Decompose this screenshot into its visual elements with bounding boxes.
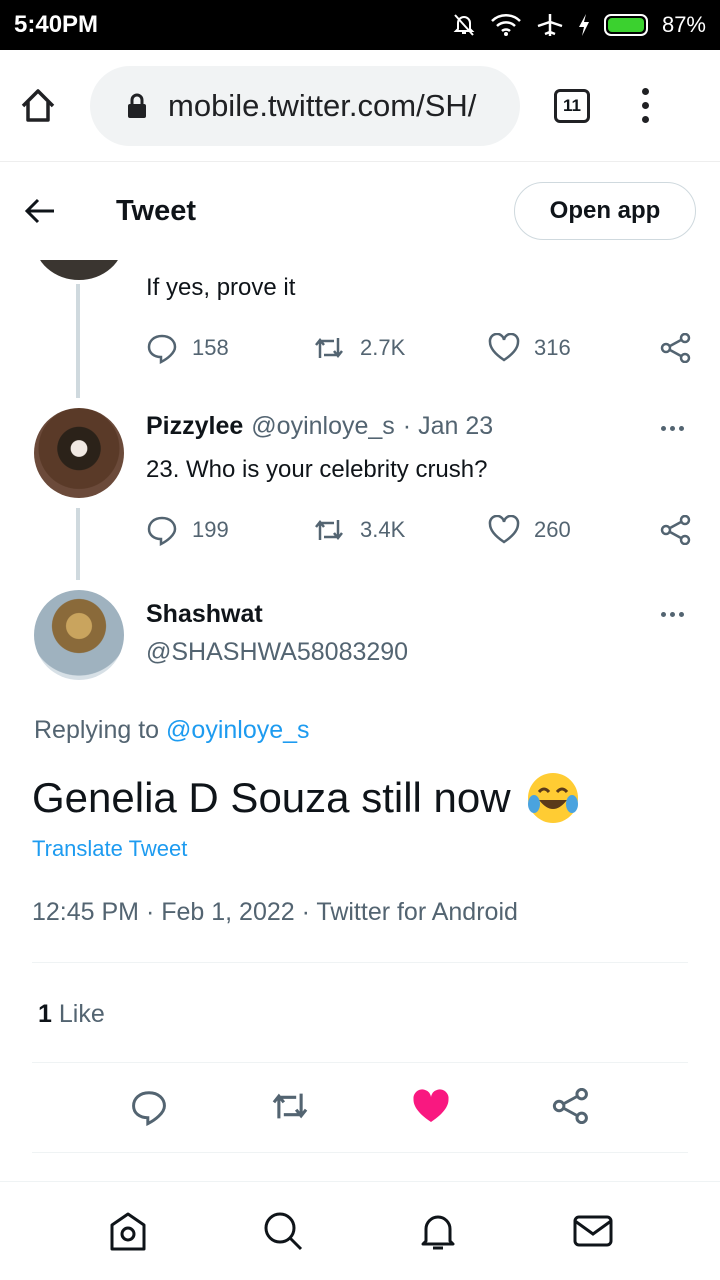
tweet-meta: 12:45 PM · Feb 1, 2022 · Twitter for And…: [32, 898, 518, 926]
retweet-icon: [315, 337, 343, 359]
heart-icon: [488, 515, 520, 544]
author-name[interactable]: Shashwat: [146, 600, 263, 629]
replying-to: Replying to @oyinloye_s: [34, 716, 310, 745]
likes-count: 1: [38, 1000, 52, 1028]
share-icon[interactable]: [660, 333, 692, 363]
reply-icon: [147, 516, 177, 546]
like-button[interactable]: 316: [488, 333, 652, 363]
tweet-text: If yes, prove it: [146, 274, 296, 301]
tweet-actions: 199 3.4K 260: [146, 514, 692, 546]
likes-summary[interactable]: 1 Like: [38, 1000, 105, 1029]
notifications-icon[interactable]: [416, 1209, 460, 1253]
author-handle[interactable]: @oyinloye_s: [251, 412, 395, 441]
likes-label: Like: [58, 1000, 105, 1028]
reply-count: 199: [192, 517, 229, 542]
tweet-date[interactable]: · Jan 23: [403, 412, 493, 441]
like-count: 316: [534, 335, 571, 360]
main-tweet-text: Genelia D Souza still now: [32, 774, 511, 821]
author-name[interactable]: Pizzylee: [146, 412, 243, 441]
retweet-button[interactable]: 2.7K: [312, 334, 488, 362]
divider: [32, 1152, 688, 1153]
status-time: 5:40PM: [14, 11, 99, 38]
home-browser-icon[interactable]: [18, 86, 58, 126]
back-arrow-icon[interactable]: [24, 197, 56, 225]
avatar[interactable]: [34, 590, 124, 680]
reply-count: 158: [192, 335, 229, 360]
like-count: 260: [534, 517, 571, 542]
status-bar: 5:40PM 87%: [0, 0, 720, 50]
retweet-count: 3.4K: [360, 517, 406, 542]
open-app-button[interactable]: Open app: [514, 182, 696, 240]
main-tweet-body: Genelia D Souza still now: [32, 770, 581, 826]
reply-button[interactable]: 199: [146, 514, 312, 546]
avatar[interactable]: [34, 408, 124, 498]
search-icon[interactable]: [261, 1209, 305, 1253]
main-tweet-actions: [0, 1088, 720, 1126]
replying-prefix: Replying to: [34, 716, 160, 744]
reply-icon: [147, 334, 177, 364]
retweet-count: 2.7K: [360, 335, 406, 360]
share-icon[interactable]: [660, 515, 692, 545]
airplane-mode-icon: [537, 14, 563, 36]
bottom-nav: [0, 1181, 720, 1280]
translate-tweet-link[interactable]: Translate Tweet: [32, 836, 187, 862]
author-handle[interactable]: @SHASHWA58083290: [146, 638, 408, 667]
retweet-icon[interactable]: [269, 1088, 311, 1124]
tweet-actions: 158 2.7K 316: [146, 332, 692, 364]
share-icon[interactable]: [552, 1088, 590, 1124]
retweet-icon: [315, 519, 343, 541]
like-button[interactable]: 260: [488, 515, 652, 545]
url-text: mobile.twitter.com/SH/: [168, 87, 477, 123]
browser-menu-icon[interactable]: [642, 88, 649, 123]
heart-icon: [488, 333, 520, 362]
reply-button[interactable]: 158: [146, 332, 312, 364]
page-title: Tweet: [116, 194, 197, 227]
replying-handle-link[interactable]: @oyinloye_s: [166, 716, 310, 744]
reply-icon[interactable]: [130, 1088, 168, 1126]
retweet-button[interactable]: 3.4K: [312, 516, 488, 544]
home-icon[interactable]: [106, 1209, 150, 1253]
battery-icon: [603, 14, 648, 36]
charging-icon: [578, 14, 589, 36]
url-bar[interactable]: mobile.twitter.com/SH/: [90, 65, 520, 146]
tweet-header: Tweet Open app: [0, 162, 720, 260]
liked-heart-icon[interactable]: [411, 1088, 451, 1126]
more-options-icon[interactable]: [661, 612, 684, 617]
tab-switcher-button[interactable]: 11: [554, 88, 590, 123]
thread-line: [76, 284, 80, 398]
messages-icon[interactable]: [571, 1209, 615, 1253]
tweet-text: 23. Who is your celebrity crush?: [146, 456, 488, 483]
wifi-icon: [491, 14, 521, 36]
browser-toolbar: mobile.twitter.com/SH/ 11: [0, 50, 720, 162]
divider: [32, 1062, 688, 1063]
battery-percent: 87%: [661, 12, 706, 37]
lock-icon: [128, 93, 146, 118]
mute-notification-icon: [453, 14, 475, 36]
thread-line: [76, 508, 80, 580]
more-options-icon[interactable]: [661, 426, 684, 431]
tears-of-joy-emoji-icon: [527, 773, 578, 823]
divider: [32, 962, 688, 963]
